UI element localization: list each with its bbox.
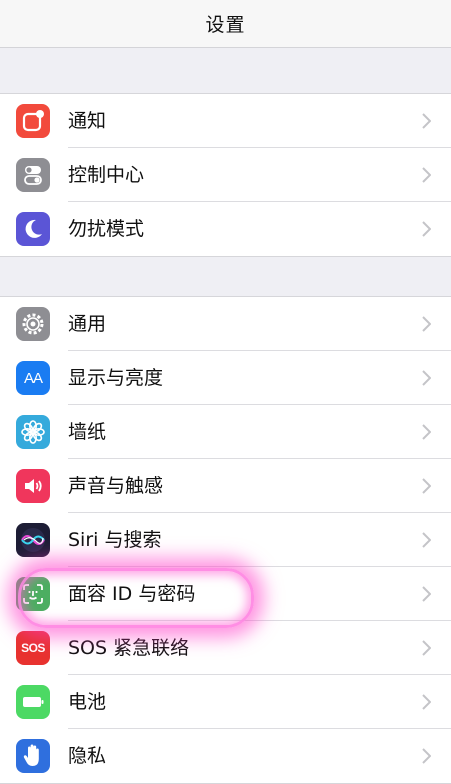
text-size-icon-glyph: AA — [23, 369, 43, 387]
settings-row-general[interactable]: 通用 — [0, 297, 451, 351]
flower-icon — [16, 415, 50, 449]
siri-icon — [16, 523, 50, 557]
settings-row-label: 控制中心 — [68, 164, 145, 186]
text-size-icon: AA — [16, 361, 50, 395]
settings-row-label: 显示与亮度 — [68, 367, 164, 389]
settings-row-do-not-disturb[interactable]: 勿扰模式 — [0, 202, 451, 256]
chevron-right-icon — [422, 167, 431, 183]
chevron-right-icon — [422, 532, 431, 548]
settings-row-label: 墙纸 — [68, 421, 107, 443]
settings-group-2: 通用 AA 显示与亮度 墙纸 声音与触感 Siri 与搜索 面容 ID 与密码 … — [0, 296, 451, 784]
speaker-icon — [16, 469, 50, 503]
settings-row-label: 面容 ID 与密码 — [68, 583, 196, 605]
face-id-icon — [16, 577, 50, 611]
settings-row-label: Siri 与搜索 — [68, 529, 162, 551]
settings-row-label: 通用 — [68, 313, 107, 335]
settings-row-label: SOS 紧急联络 — [68, 637, 190, 659]
settings-row-battery[interactable]: 电池 — [0, 675, 451, 729]
settings-row-label: 通知 — [68, 110, 107, 132]
settings-row-control-center[interactable]: 控制中心 — [0, 148, 451, 202]
control-center-icon — [16, 158, 50, 192]
chevron-right-icon — [422, 748, 431, 764]
settings-row-sounds-haptics[interactable]: 声音与触感 — [0, 459, 451, 513]
settings-row-siri-search[interactable]: Siri 与搜索 — [0, 513, 451, 567]
settings-row-display-brightness[interactable]: AA 显示与亮度 — [0, 351, 451, 405]
navigation-bar: 设置 — [0, 0, 451, 48]
chevron-right-icon — [422, 316, 431, 332]
notifications-icon — [16, 104, 50, 138]
chevron-right-icon — [422, 694, 431, 710]
chevron-right-icon — [422, 586, 431, 602]
settings-row-privacy[interactable]: 隐私 — [0, 729, 451, 783]
settings-row-emergency-sos[interactable]: SOS SOS 紧急联络 — [0, 621, 451, 675]
settings-row-label: 隐私 — [68, 745, 107, 767]
sos-icon: SOS — [16, 631, 50, 665]
settings-row-notifications[interactable]: 通知 — [0, 94, 451, 148]
chevron-right-icon — [422, 113, 431, 129]
gear-icon — [16, 307, 50, 341]
settings-row-wallpaper[interactable]: 墙纸 — [0, 405, 451, 459]
chevron-right-icon — [422, 370, 431, 386]
hand-icon — [16, 739, 50, 773]
chevron-right-icon — [422, 640, 431, 656]
sos-icon-glyph: SOS — [21, 641, 45, 655]
settings-row-face-id-passcode[interactable]: 面容 ID 与密码 — [0, 567, 451, 621]
chevron-right-icon — [422, 424, 431, 440]
battery-icon — [16, 685, 50, 719]
settings-row-label: 勿扰模式 — [68, 218, 145, 240]
page-title: 设置 — [205, 14, 246, 36]
chevron-right-icon — [422, 478, 431, 494]
moon-icon — [16, 212, 50, 246]
settings-row-label: 声音与触感 — [68, 475, 164, 497]
chevron-right-icon — [422, 221, 431, 237]
settings-row-label: 电池 — [68, 691, 107, 713]
settings-group-1: 通知 控制中心 勿扰模式 — [0, 93, 451, 257]
